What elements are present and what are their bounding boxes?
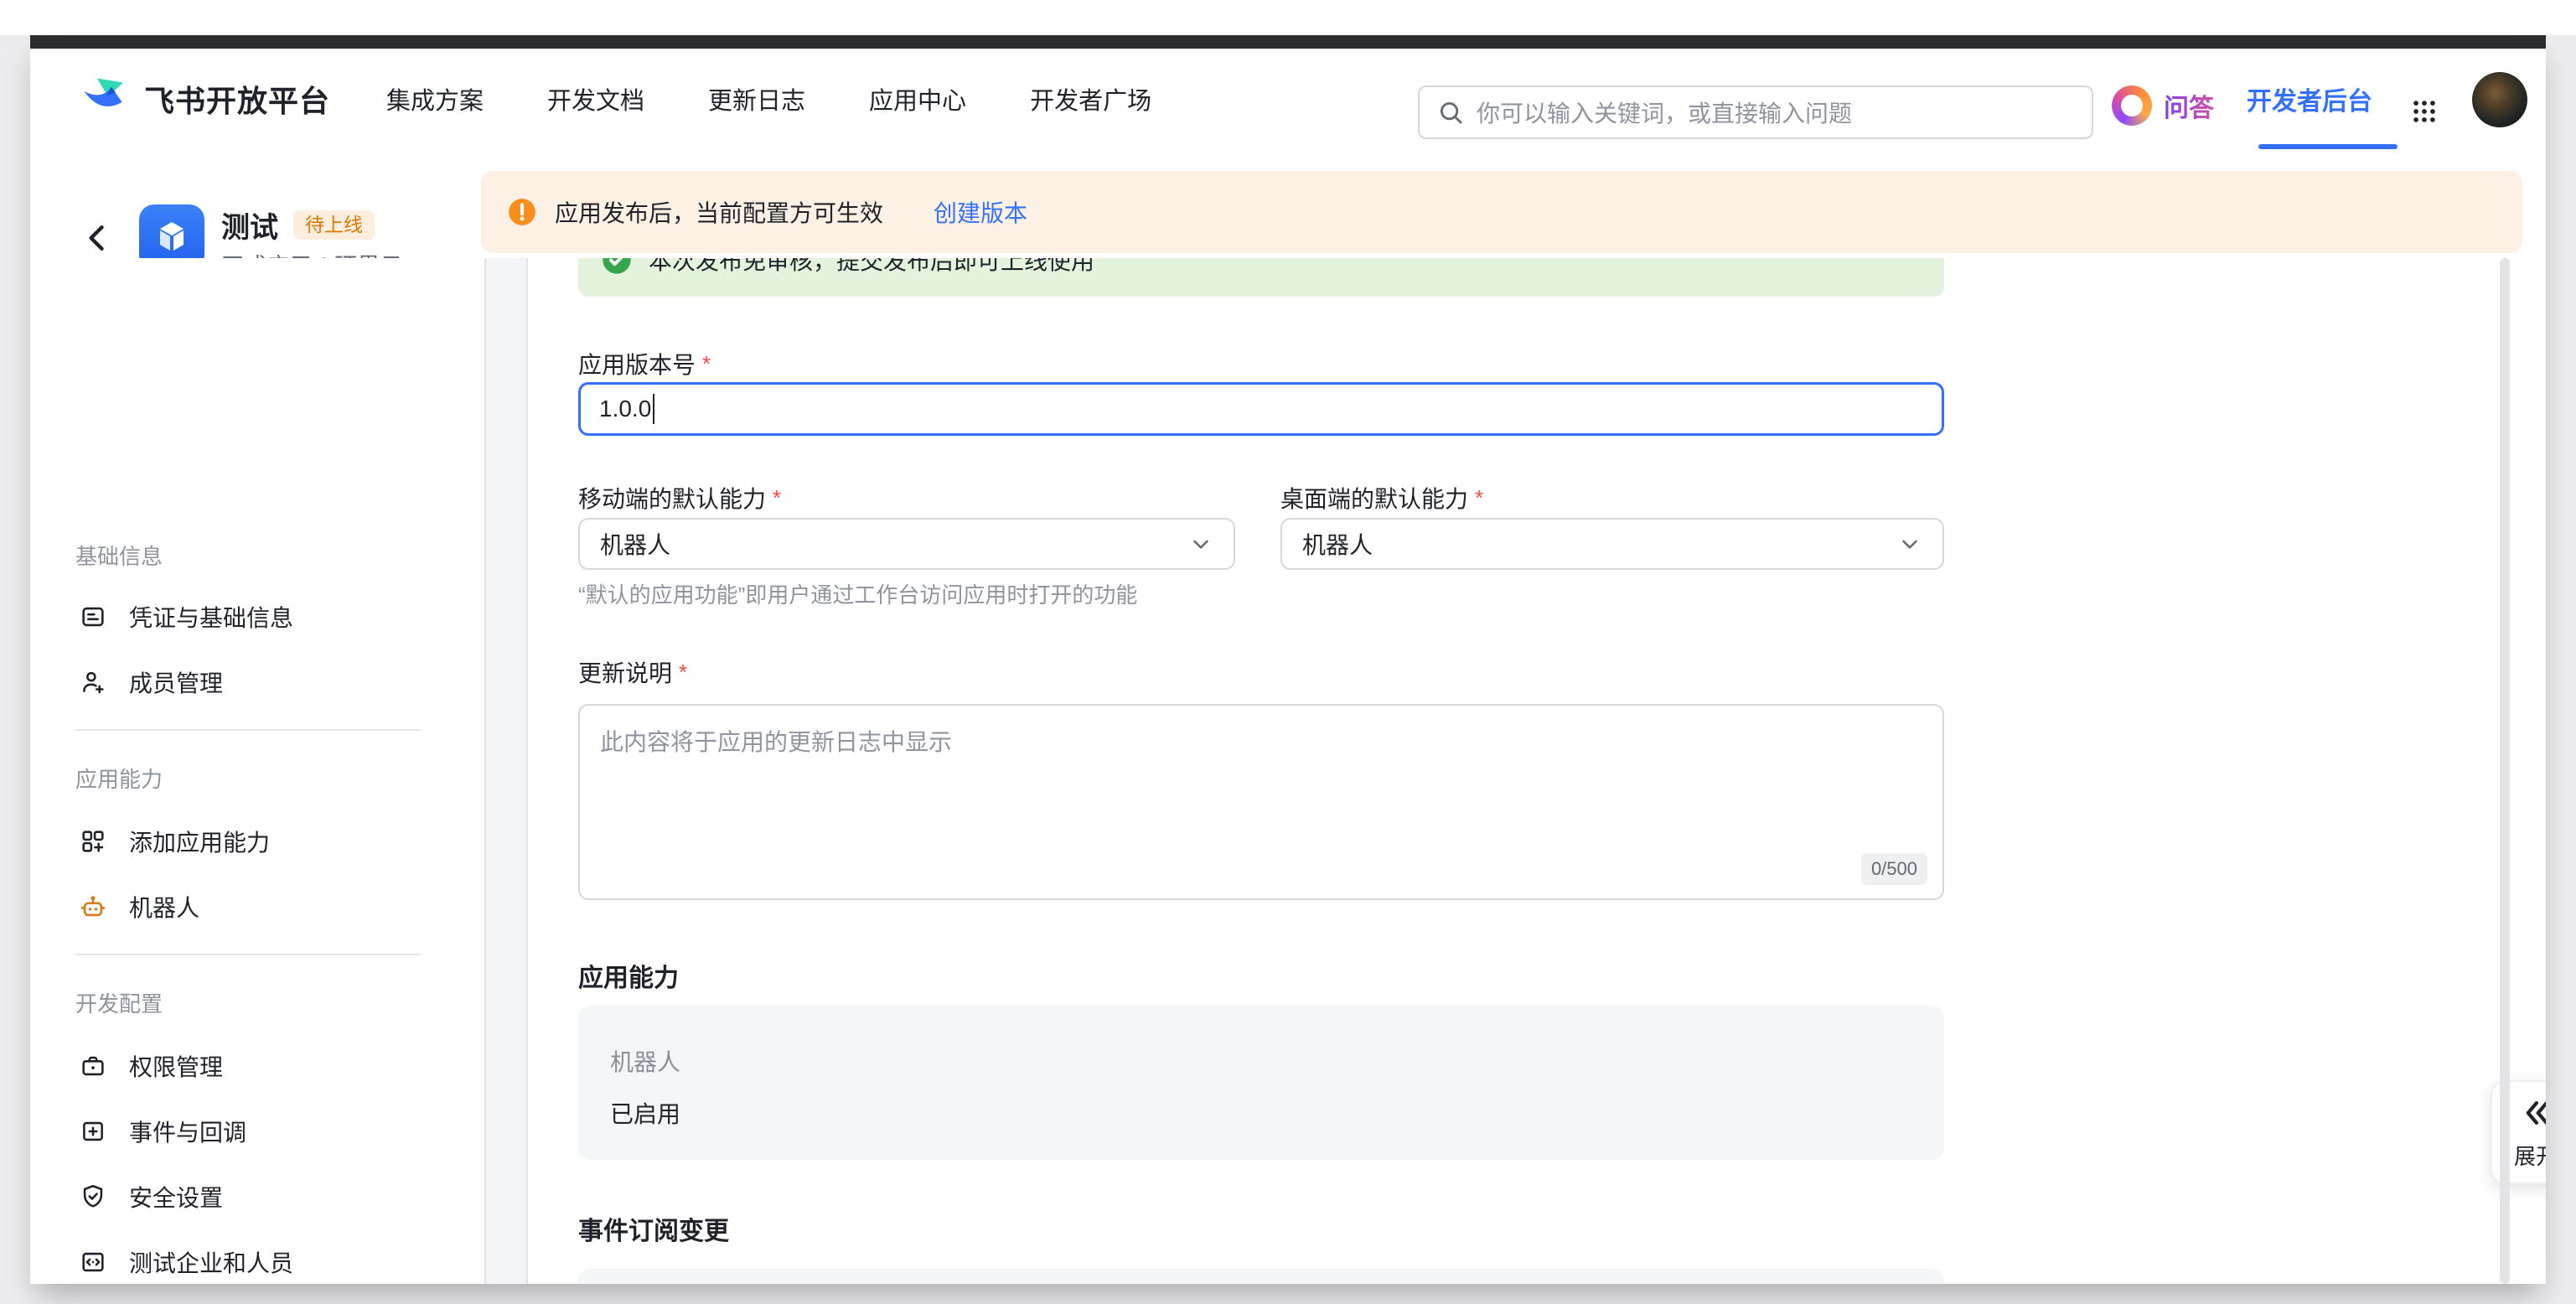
search-placeholder: 你可以输入关键词，或直接输入问题 (1477, 96, 1852, 129)
chevron-down-icon (1897, 531, 1922, 556)
expand-label: 展开 (2514, 1140, 2546, 1171)
top-navigation-bar: 飞书开放平台 集成方案 开发文档 更新日志 应用中心 开发者广场 你可以输入关键… (30, 49, 2546, 149)
desktop-capability-select[interactable]: 机器人 (1280, 518, 1944, 570)
required-mark: * (1475, 485, 1483, 510)
code-box-icon (79, 1248, 107, 1276)
chevron-down-icon (1188, 531, 1213, 556)
capability-hint: “默认的应用功能”即用户通过工作台访问应用时打开的功能 (578, 578, 1137, 609)
expand-panel-button[interactable]: 展开 (2491, 1080, 2546, 1184)
desktop-capability-label: 桌面端的默认能力* (1280, 481, 1483, 515)
version-value: 1.0.0 (599, 396, 651, 422)
warning-icon (506, 196, 538, 228)
required-mark: * (702, 351, 711, 376)
capability-status: 已启用 (610, 1096, 680, 1130)
sidebar-item-add-capability[interactable]: 添加应用能力 (64, 813, 458, 870)
mobile-capability-label: 移动端的默认能力* (578, 481, 781, 515)
nav-item-integration[interactable]: 集成方案 (386, 81, 484, 116)
selected-value: 机器人 (600, 527, 670, 561)
event-panel (578, 1269, 1944, 1284)
sidebar-item-permissions[interactable]: 权限管理 (64, 1038, 458, 1094)
capability-panel: 机器人 已启用 (578, 1006, 1944, 1160)
person-plus-icon (79, 668, 107, 696)
feishu-logo-icon (79, 73, 131, 125)
shield-check-icon (79, 1182, 107, 1211)
nav-item-docs[interactable]: 开发文档 (547, 81, 644, 116)
create-version-link[interactable]: 创建版本 (934, 195, 1027, 229)
vertical-scrollbar[interactable] (2500, 258, 2510, 1284)
status-badge: 待上线 (293, 210, 375, 240)
sidebar-section-capabilities: 应用能力 (75, 763, 163, 794)
qa-entry[interactable]: 问答 (2112, 79, 2214, 132)
sidebar-section-dev-config: 开发配置 (75, 987, 163, 1018)
text-caret (653, 394, 654, 424)
grid-plus-icon (79, 827, 107, 856)
brand[interactable]: 飞书开放平台 (79, 72, 330, 126)
success-check-icon (600, 258, 634, 277)
id-card-icon (79, 603, 107, 631)
notice-text: 应用发布后，当前配置方可生效 (555, 195, 883, 229)
sidebar-item-label: 凭证与基础信息 (129, 600, 293, 634)
publish-notice-banner: 应用发布后，当前配置方可生效 创建版本 (481, 171, 2522, 253)
back-chevron-icon[interactable] (79, 220, 116, 256)
app-header: 测试 待上线 正式应用@环界云 应用发布后，当前配置方可生效 创建版本 (30, 149, 2546, 258)
main-content: 本次发布免审核，提交发布后即可上线使用 应用版本号* 1.0.0 移动端的默认能… (528, 258, 2546, 1284)
search-input[interactable]: 你可以输入关键词，或直接输入问题 (1418, 85, 2093, 139)
banner-text: 本次发布免审核，提交发布后即可上线使用 (649, 258, 1094, 277)
sidebar: 基础信息 凭证与基础信息 成员管理 应用能力 添加应用能力 (30, 258, 484, 1284)
sidebar-item-bot[interactable]: 机器人 (64, 878, 458, 935)
qa-ring-icon (2112, 85, 2152, 126)
card-plus-icon (79, 1117, 107, 1146)
app-title: 测试 (221, 204, 278, 246)
sidebar-item-label: 成员管理 (129, 665, 223, 699)
sidebar-item-label: 添加应用能力 (129, 825, 270, 858)
mobile-capability-select[interactable]: 机器人 (578, 518, 1235, 570)
sidebar-item-label: 安全设置 (129, 1180, 223, 1213)
sidebar-item-security[interactable]: 安全设置 (64, 1168, 458, 1225)
browser-window: 飞书开放平台 集成方案 开发文档 更新日志 应用中心 开发者广场 你可以输入关键… (30, 35, 2546, 1284)
double-chevron-left-icon (2517, 1094, 2546, 1131)
textarea-placeholder: 此内容将于应用的更新日志中显示 (600, 729, 952, 755)
sidebar-item-label: 测试企业和人员 (129, 1245, 293, 1279)
qa-label: 问答 (2164, 87, 2214, 124)
capability-name: 机器人 (610, 1044, 680, 1078)
briefcase-icon (79, 1052, 107, 1080)
sidebar-item-label: 权限管理 (129, 1049, 223, 1083)
robot-icon (79, 893, 107, 921)
event-section-heading: 事件订阅变更 (578, 1210, 729, 1247)
required-mark: * (679, 660, 687, 685)
brand-name: 飞书开放平台 (144, 77, 330, 121)
update-notes-textarea[interactable]: 此内容将于应用的更新日志中显示 0/500 (578, 704, 1944, 900)
sidebar-item-members[interactable]: 成员管理 (64, 654, 458, 711)
selected-value: 机器人 (1302, 527, 1373, 561)
sidebar-divider (75, 954, 421, 955)
developer-console-link[interactable]: 开发者后台 (2247, 49, 2372, 149)
nav-item-marketplace[interactable]: 开发者广场 (1030, 81, 1151, 116)
version-input[interactable]: 1.0.0 (578, 382, 1944, 436)
app-grid-icon[interactable] (2410, 85, 2439, 114)
sidebar-section-basic-info: 基础信息 (75, 540, 163, 571)
sidebar-divider (75, 729, 421, 731)
char-counter: 0/500 (1861, 853, 1927, 885)
sidebar-item-credentials[interactable]: 凭证与基础信息 (64, 588, 458, 645)
sidebar-item-events[interactable]: 事件与回调 (64, 1103, 458, 1160)
capability-section-heading: 应用能力 (578, 957, 679, 994)
required-mark: * (773, 485, 781, 510)
version-label: 应用版本号* (578, 347, 711, 380)
nav-item-changelog[interactable]: 更新日志 (708, 81, 805, 116)
sidebar-item-test-org[interactable]: 测试企业和人员 (64, 1234, 458, 1284)
nav-item-app-center[interactable]: 应用中心 (869, 81, 966, 116)
update-notes-label: 更新说明* (578, 655, 687, 689)
sidebar-item-label: 事件与回调 (129, 1115, 246, 1148)
sidebar-item-label: 机器人 (129, 890, 199, 924)
user-avatar[interactable] (2472, 72, 2527, 127)
review-free-banner: 本次发布免审核，提交发布后即可上线使用 (578, 258, 1944, 297)
sidebar-scroll-gutter[interactable] (484, 258, 528, 1284)
search-icon (1436, 98, 1465, 127)
window-top-bar (30, 35, 2546, 49)
nav-items: 集成方案 开发文档 更新日志 应用中心 开发者广场 (386, 49, 1151, 149)
